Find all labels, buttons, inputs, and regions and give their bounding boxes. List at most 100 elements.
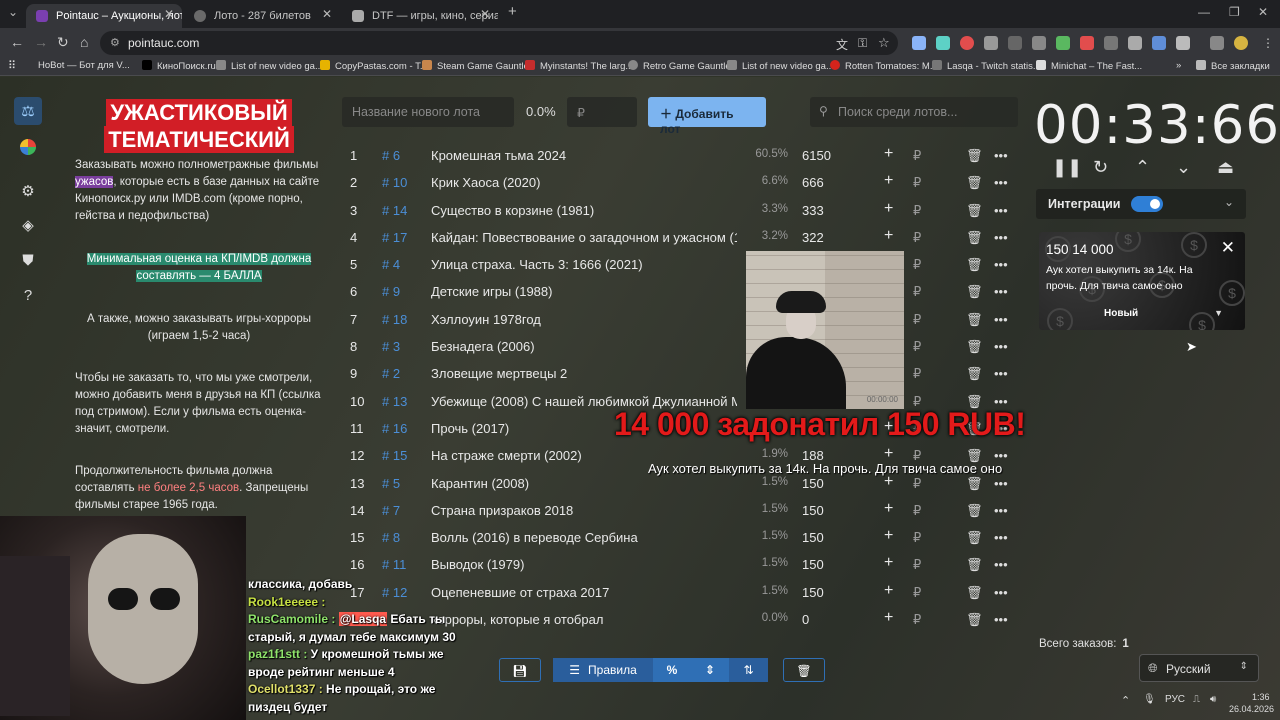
more-icon[interactable]: ••• [994,557,1008,572]
plus-icon[interactable]: + [884,554,893,572]
extension-icon[interactable] [1152,36,1166,50]
plus-icon[interactable]: + [884,145,893,163]
clock-time[interactable]: 1:36 [1252,692,1270,702]
lot-name[interactable]: Кайдан: Повествование о загадочном и ужа… [431,230,737,245]
integrations-switch[interactable] [1131,196,1163,212]
bookmark-item[interactable]: List of new video ga... [216,60,323,72]
more-icon[interactable]: ••• [994,612,1008,627]
more-icon[interactable]: ••• [994,585,1008,600]
trash-icon[interactable]: 🗑︎ [966,203,983,219]
lot-row[interactable]: 8# 3Безнадега (2006)+₽🗑︎••• [342,332,1018,359]
lot-amount[interactable]: 150 [802,585,824,600]
plus-icon[interactable]: + [884,609,893,627]
ruble-icon[interactable]: ₽ [913,476,921,492]
ruble-icon[interactable]: ₽ [913,503,921,519]
ruble-icon[interactable]: ₽ [913,284,921,300]
lot-amount[interactable]: 322 [802,230,824,245]
lot-row[interactable]: 5# 4Улица страха. Часть 3: 1666 (2021)+₽… [342,250,1018,277]
lot-name[interactable]: Крик Хаоса (2020) [431,175,737,190]
trash-icon[interactable]: 🗑︎ [966,557,983,573]
percent-toggle-icon[interactable]: % [653,658,691,682]
auction-gavel-icon[interactable]: ⚖ [14,97,42,125]
microphone-icon[interactable]: 🎙︎ [1143,694,1156,705]
ruble-icon[interactable]: ₽ [913,148,921,164]
plus-icon[interactable]: + [884,500,893,518]
more-icon[interactable]: ••• [994,366,1008,381]
settings-gear-icon[interactable]: ⚙ [14,177,42,205]
trash-icon[interactable]: 🗑︎ [966,366,983,382]
layers-icon[interactable]: ◈ [14,211,42,239]
ruble-icon[interactable]: ₽ [913,530,921,546]
extension-icon[interactable] [1128,36,1142,50]
compact-view-icon[interactable]: ⇕ [691,658,729,682]
lot-row[interactable]: 7# 18Хэллоуин 1978год+₽🗑︎••• [342,305,1018,332]
bookmark-item[interactable]: CopyPastas.com - T... [320,60,428,72]
password-key-icon[interactable]: ⚿ [858,36,867,51]
integrations-toggle[interactable]: Интеграции ⌄ [1036,189,1246,219]
lot-amount[interactable]: 150 [802,557,824,572]
ruble-icon[interactable]: ₽ [913,175,921,191]
extension-icon[interactable] [984,36,998,50]
tray-chevron-icon[interactable]: ⌃ [1121,694,1130,707]
donation-status-select[interactable]: Новый [1104,308,1138,319]
extensions-puzzle-icon[interactable] [1176,36,1190,50]
bookmark-star-icon[interactable]: ☆ [878,35,890,51]
bookmark-item[interactable]: Lasqa - Twitch statis... [932,60,1041,72]
ruble-icon[interactable]: ₽ [913,366,921,382]
more-icon[interactable]: ••• [994,175,1008,190]
tab-pointauc[interactable]: Pointauc – Аукционы, лотереи ✕ [26,4,182,28]
bookmark-item[interactable]: HoBot — Бот для V... [38,60,130,71]
bookmark-item[interactable]: Retro Game Gauntlet [628,60,733,72]
extension-icon[interactable] [936,36,950,50]
extension-icon[interactable] [1056,36,1070,50]
apps-grid-icon[interactable]: ⠿ [8,59,16,72]
close-tab-icon[interactable]: ✕ [480,7,490,21]
back-icon[interactable]: ← [10,34,24,50]
home-icon[interactable]: ⌂ [80,34,88,50]
trash-icon[interactable]: 🗑︎ [966,476,983,492]
double-time-icon[interactable]: ⏏ [1217,157,1234,178]
reset-timer-icon[interactable]: ↻ [1093,157,1108,178]
trash-icon[interactable]: 🗑︎ [966,148,983,164]
lot-amount[interactable]: 150 [802,530,824,545]
pause-icon[interactable]: ❚❚ [1052,157,1082,178]
all-bookmarks[interactable]: Все закладки [1196,60,1270,72]
ruble-icon[interactable]: ₽ [913,203,921,219]
lot-name[interactable]: Существо в корзине (1981) [431,203,737,218]
ruble-icon[interactable]: ₽ [913,612,921,628]
wheel-pie-icon[interactable] [14,133,42,161]
menu-dots-icon[interactable]: ⋮ [1262,36,1274,50]
new-lot-name-input[interactable]: Название нового лота [342,97,514,127]
forward-icon[interactable]: → [34,34,48,50]
extension-icon[interactable] [912,36,926,50]
bookmark-item[interactable]: КиноПоиск.ru [142,60,216,72]
trash-icon[interactable]: 🗑︎ [966,585,983,601]
new-tab-icon[interactable]: + [508,3,517,20]
lot-name[interactable]: Волль (2016) в переводе Сербина [431,530,737,545]
more-icon[interactable]: ••• [994,530,1008,545]
lot-row[interactable]: 1 # 6 Кромешная тьма 2024 60.5% 6150 + ₽ 🗑︎ ••• [342,141,1018,168]
more-icon[interactable]: ••• [994,203,1008,218]
network-icon[interactable]: ⎍ [1193,694,1200,705]
lot-amount[interactable]: 6150 [802,148,831,163]
lot-row[interactable]: 16 # 11 Выводок (1979) 1.5% 150 + ₽ 🗑︎ ••• [342,550,1018,577]
chevron-down-icon[interactable]: ⌄ [1224,195,1234,209]
plus-icon[interactable]: + [884,582,893,600]
save-button[interactable]: 💾︎ [499,658,541,682]
lot-search-input[interactable]: ⚲ Поиск среди лотов... [810,97,1018,127]
lot-amount[interactable]: 0 [802,612,809,627]
lot-name[interactable]: Безнадега (2006) [431,339,737,354]
add-time-icon[interactable]: ⌃ [1135,157,1150,178]
lot-name[interactable]: Страна призраков 2018 [431,503,737,518]
more-icon[interactable]: ••• [994,257,1008,272]
lot-name[interactable]: Улица страха. Часть 3: 1666 (2021) [431,257,737,272]
tab-dtf[interactable]: DTF — игры, кино, сериалы, р ✕ [342,4,498,28]
bookmark-item[interactable]: List of new video ga... [727,60,834,72]
minimize-icon[interactable]: — [1198,5,1210,19]
keyboard-language[interactable]: РУС [1165,694,1185,705]
lot-name[interactable]: Детские игры (1988) [431,284,737,299]
lot-name[interactable]: Кромешная тьма 2024 [431,148,737,163]
bookmark-item[interactable]: Minichat – The Fast... [1036,60,1142,72]
trash-icon[interactable]: 🗑︎ [966,257,983,273]
url-field[interactable]: ⚙ pointauc.com [100,31,898,55]
